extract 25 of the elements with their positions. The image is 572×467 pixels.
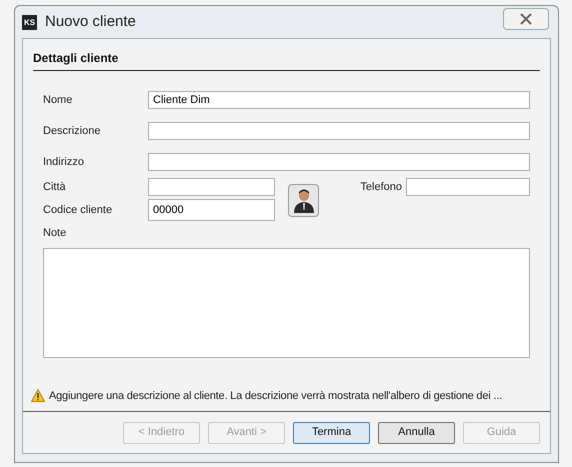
dialog-button[interactable]: Termina — [293, 422, 370, 444]
dialog-button[interactable]: Annulla — [378, 422, 455, 444]
field-label: Telefono — [360, 180, 402, 195]
text-field[interactable]: 00000 — [148, 199, 275, 221]
text-field[interactable] — [148, 178, 275, 196]
warning-message: Aggiungere una descrizione al cliente. La descrizione verrà mostrata nell'albero di gestione dei ... — [49, 388, 502, 404]
window-title: Nuovo cliente — [45, 12, 136, 32]
field-label: Note — [43, 226, 68, 241]
text-field[interactable]: Cliente Dim — [148, 91, 530, 109]
text-field[interactable] — [148, 153, 530, 171]
text-field[interactable] — [148, 122, 530, 140]
field-label: Descrizione — [43, 124, 102, 139]
close-icon — [520, 13, 532, 25]
close-button[interactable] — [503, 8, 549, 30]
text-field[interactable] — [406, 178, 530, 196]
field-label: Nome — [43, 92, 74, 108]
notes-field[interactable] — [43, 248, 530, 358]
person-icon — [292, 188, 314, 214]
avatar-button[interactable] — [288, 184, 319, 217]
field-label: Codice cliente — [43, 202, 114, 218]
field-label: Indirizzo — [43, 154, 85, 170]
warning-icon — [31, 389, 45, 402]
field-label: Città — [43, 180, 67, 195]
app-icon: KS — [22, 14, 37, 30]
section-title: Dettagli cliente — [33, 49, 540, 71]
